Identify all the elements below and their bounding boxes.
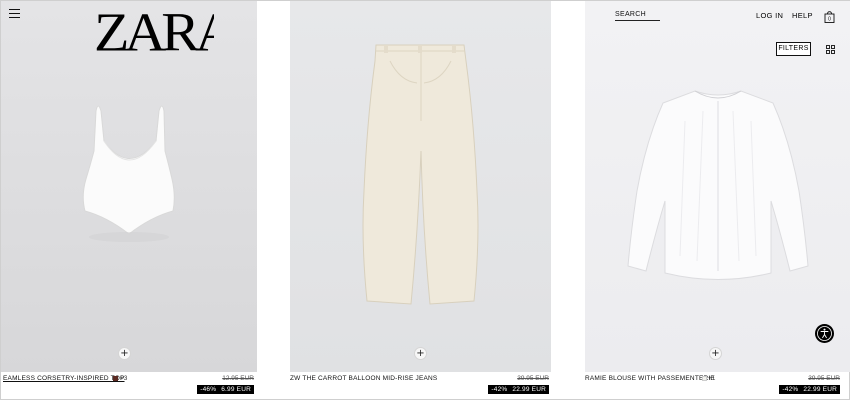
sale-price-badge: -42% 22.99 EUR	[488, 385, 549, 394]
more-colors-count[interactable]: +1	[708, 375, 715, 382]
login-link[interactable]: LOG IN	[756, 11, 783, 20]
bag-count: 0	[828, 17, 831, 23]
accessibility-icon[interactable]	[815, 324, 834, 343]
jeans-illustration	[362, 44, 479, 305]
blouse-illustration	[627, 90, 809, 280]
color-swatch[interactable]	[702, 376, 707, 381]
grid-view-icon[interactable]	[826, 45, 835, 54]
search-input[interactable]: SEARCH	[615, 11, 660, 21]
page-frame: + + + ZARA SEAR	[0, 0, 850, 400]
shopping-bag-icon[interactable]: 0	[824, 11, 835, 23]
product-name-link[interactable]: EAMLESS CORSETRY-INSPIRED TOP	[3, 375, 125, 382]
sale-price-badge: -42% 22.99 EUR	[779, 385, 840, 394]
help-link[interactable]: HELP	[792, 11, 813, 20]
original-price: 39.95 EUR	[808, 375, 840, 382]
original-price: 12.95 EUR	[222, 375, 254, 382]
product-name-link[interactable]: ZW THE CARROT BALLOON MID-RISE JEANS	[290, 375, 437, 382]
menu-icon[interactable]	[9, 9, 20, 18]
filters-button[interactable]: FILTERS	[776, 42, 811, 56]
zara-logo[interactable]: ZARA	[94, 6, 214, 56]
product-image-balloon-jeans[interactable]: +	[290, 1, 551, 372]
product-image-corset-top[interactable]: +	[1, 1, 257, 372]
discount-percent: -42%	[782, 386, 799, 393]
sale-price: 6.99 EUR	[221, 386, 251, 393]
original-price: 39.95 EUR	[517, 375, 549, 382]
discount-percent: -46%	[200, 386, 217, 393]
add-to-bag-button[interactable]: +	[709, 347, 722, 360]
sale-price: 22.99 EUR	[512, 386, 546, 393]
product-name-link[interactable]: RAMIE BLOUSE WITH PASSEMENTERIE	[585, 375, 715, 382]
discount-percent: -42%	[491, 386, 508, 393]
add-to-bag-button[interactable]: +	[118, 347, 131, 360]
more-colors-count[interactable]: +3	[120, 375, 127, 382]
sale-price-badge: -46% 6.99 EUR	[197, 385, 254, 394]
add-to-bag-button[interactable]: +	[414, 347, 427, 360]
color-swatch[interactable]	[113, 376, 118, 381]
brand-text: ZARA	[94, 6, 214, 56]
sale-price: 22.99 EUR	[803, 386, 837, 393]
corset-top-illustration	[82, 105, 175, 242]
product-image-ramie-blouse[interactable]: +	[585, 1, 850, 372]
